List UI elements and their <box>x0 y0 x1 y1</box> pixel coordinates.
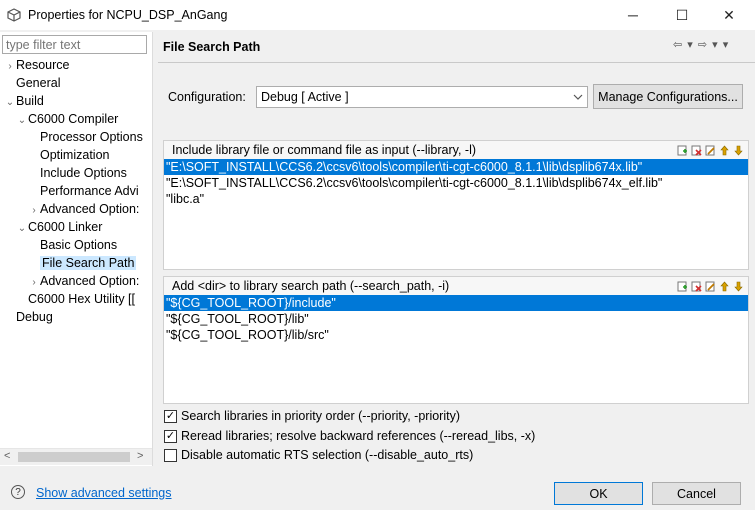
reread-checkbox-row[interactable]: ✓ Reread libraries; resolve backward ref… <box>164 427 535 445</box>
close-button[interactable]: ✕ <box>706 0 752 30</box>
tree-item-label: Processor Options <box>40 130 143 144</box>
configuration-value: Debug [ Active ] <box>261 90 349 104</box>
tree-item-label: Debug <box>16 310 53 324</box>
list-item[interactable]: "libc.a" <box>164 191 748 207</box>
show-advanced-settings-link[interactable]: Show advanced settings <box>36 486 172 500</box>
tree-item-label: C6000 Linker <box>28 220 103 234</box>
tree-item[interactable]: ⌄ C6000 Compiler <box>0 110 150 128</box>
move-down-icon[interactable] <box>733 145 744 156</box>
properties-cube-icon <box>7 8 21 22</box>
scroll-left-arrow-icon[interactable]: < <box>4 450 10 462</box>
edit-icon[interactable] <box>705 145 716 156</box>
content-panel: File Search Path ⇦ ▾ ⇨ ▾ ▾ Configuration… <box>158 32 755 466</box>
tree-item[interactable]: Basic Options <box>0 236 150 254</box>
cancel-button[interactable]: Cancel <box>652 482 741 505</box>
tree-item[interactable]: Include Options <box>0 164 150 182</box>
priority-checkbox[interactable]: ✓ <box>164 409 177 423</box>
reread-checkbox[interactable]: ✓ <box>164 429 177 443</box>
history-navigation[interactable]: ⇦ ▾ ⇨ ▾ ▾ <box>673 38 729 51</box>
tree-item[interactable]: General <box>0 74 150 92</box>
tree-item-label: Advanced Option: <box>40 274 140 288</box>
tree-item-label: Basic Options <box>40 238 118 252</box>
chevron-down-icon <box>573 94 583 100</box>
configuration-select[interactable]: Debug [ Active ] <box>256 86 588 108</box>
list-item[interactable]: "${CG_TOOL_ROOT}/lib/src" <box>164 327 748 343</box>
tree-item[interactable]: Optimization <box>0 146 150 164</box>
configuration-row: Configuration: Debug [ Active ] <box>168 85 588 109</box>
filter-input[interactable] <box>2 35 147 54</box>
tree-item[interactable]: ⌄ Build <box>0 92 150 110</box>
tree-item-label: Build <box>16 94 44 108</box>
window-title: Properties for NCPU_DSP_AnGang <box>28 8 228 22</box>
tree-item-label: Performance Advi <box>40 184 139 198</box>
edit-icon[interactable] <box>705 281 716 292</box>
page-title: File Search Path <box>163 40 261 54</box>
help-icon[interactable]: ? <box>11 485 25 499</box>
minimize-button[interactable]: ─ <box>610 0 656 30</box>
list-item[interactable]: "E:\SOFT_INSTALL\CCS6.2\ccsv6\tools\comp… <box>164 159 748 175</box>
left-panel: ›Resource General ⌄Build⌄C6000 Compiler Pro… <box>0 32 153 466</box>
search-path-list: "${CG_TOOL_ROOT}/include" "${CG_TOOL_ROOT… <box>164 295 748 343</box>
scrollbar-thumb[interactable] <box>18 452 130 462</box>
ok-button[interactable]: OK <box>554 482 643 505</box>
disable-rts-checkbox[interactable] <box>164 448 177 462</box>
library-group-header: Include library file or command file as … <box>164 141 748 159</box>
reread-checkbox-label: Reread libraries; resolve backward refer… <box>181 429 536 443</box>
tree-item[interactable]: › Advanced Option: <box>0 200 150 218</box>
library-file-list: "E:\SOFT_INSTALL\CCS6.2\ccsv6\tools\comp… <box>164 159 748 207</box>
tree-item[interactable]: Processor Options <box>0 128 150 146</box>
add-icon[interactable] <box>677 281 688 292</box>
tree-item-label: C6000 Compiler <box>28 112 119 126</box>
tree-item-label: C6000 Hex Utility [[ <box>28 292 135 306</box>
manage-configurations-button[interactable]: Manage Configurations... <box>593 84 743 109</box>
disable-rts-checkbox-label: Disable automatic RTS selection (--disab… <box>181 448 474 462</box>
search-group-title: Add <dir> to library search path (--sear… <box>172 279 450 293</box>
list-item[interactable]: "${CG_TOOL_ROOT}/include" <box>164 295 748 311</box>
search-group-header: Add <dir> to library search path (--sear… <box>164 277 748 295</box>
delete-icon[interactable] <box>691 145 702 156</box>
header-divider <box>158 62 755 63</box>
library-group-toolbar <box>677 145 744 156</box>
delete-icon[interactable] <box>691 281 702 292</box>
tree-item[interactable]: C6000 Hex Utility [[ <box>0 290 150 308</box>
add-icon[interactable] <box>677 145 688 156</box>
priority-checkbox-row[interactable]: ✓ Search libraries in priority order (--… <box>164 407 460 425</box>
priority-checkbox-label: Search libraries in priority order (--pr… <box>181 409 460 423</box>
search-group-toolbar <box>677 281 744 292</box>
tree-item[interactable]: › Resource <box>0 56 150 74</box>
tree-item[interactable]: File Search Path <box>0 254 150 272</box>
move-up-icon[interactable] <box>719 281 730 292</box>
tree-item-label: Resource <box>16 58 70 72</box>
library-group-title: Include library file or command file as … <box>172 143 477 157</box>
scroll-right-arrow-icon[interactable]: > <box>137 450 143 462</box>
tree-item[interactable]: Performance Advi <box>0 182 150 200</box>
search-path-group: Add <dir> to library search path (--sear… <box>163 276 749 404</box>
configuration-label: Configuration: <box>168 90 246 104</box>
maximize-button[interactable]: ☐ <box>659 0 705 30</box>
preference-tree: › Resource General ⌄ Build ⌄ C6000 Compiler Pro… <box>0 56 150 326</box>
tree-item[interactable]: ⌄ C6000 Linker <box>0 218 150 236</box>
tree-item[interactable]: Debug <box>0 308 150 326</box>
disable-rts-checkbox-row[interactable]: Disable automatic RTS selection (--disab… <box>164 446 473 464</box>
tree-item-label: General <box>16 76 61 90</box>
move-up-icon[interactable] <box>719 145 730 156</box>
move-down-icon[interactable] <box>733 281 744 292</box>
horizontal-scrollbar[interactable]: < > <box>0 448 152 465</box>
tree-item-label: File Search Path <box>40 256 137 270</box>
list-item[interactable]: "${CG_TOOL_ROOT}/lib" <box>164 311 748 327</box>
tree-item-label: Advanced Option: <box>40 202 140 216</box>
library-file-group: Include library file or command file as … <box>163 140 749 270</box>
tree-item-label: Include Options <box>40 166 127 180</box>
dialog-footer: ? Show advanced settings OK Cancel <box>0 468 755 510</box>
tree-item-label: Optimization <box>40 148 110 162</box>
list-item[interactable]: "E:\SOFT_INSTALL\CCS6.2\ccsv6\tools\comp… <box>164 175 748 191</box>
tree-item[interactable]: › Advanced Option: <box>0 272 150 290</box>
